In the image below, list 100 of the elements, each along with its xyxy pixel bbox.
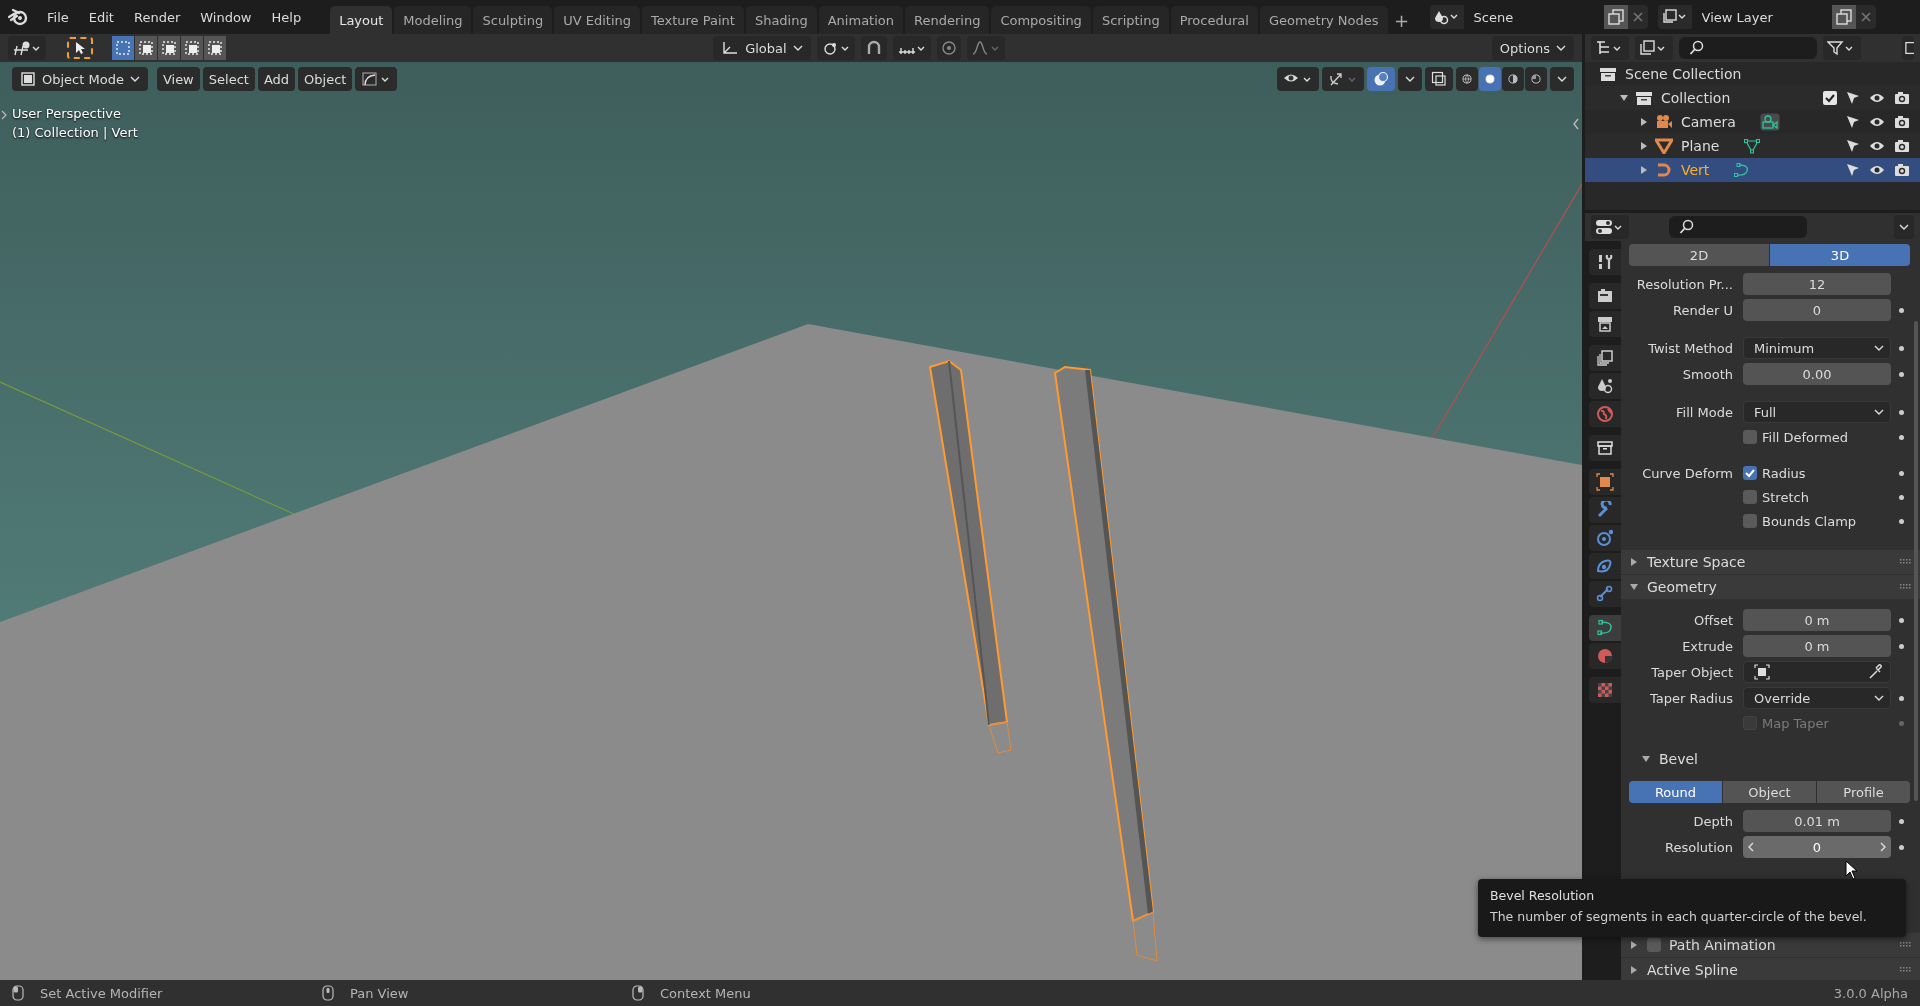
mesh-data-icon[interactable] — [1743, 138, 1762, 154]
snap-magnet-button[interactable] — [860, 36, 887, 60]
keyframe-dot-icon[interactable] — [1898, 617, 1904, 623]
eye-icon[interactable] — [1869, 164, 1885, 176]
keyframe-dot-icon[interactable] — [1898, 345, 1904, 351]
toggle-option-button[interactable]: 2D — [1629, 244, 1769, 266]
workspace-tab[interactable]: Rendering — [905, 6, 990, 34]
add-workspace-button[interactable]: + — [1389, 6, 1414, 34]
exclude-checkbox[interactable] — [1823, 91, 1837, 105]
camera-render-icon[interactable] — [1894, 163, 1910, 177]
keyframe-dot-icon[interactable] — [1898, 518, 1904, 524]
camera-render-icon[interactable] — [1894, 115, 1910, 129]
workspace-tab[interactable]: Geometry Nodes — [1259, 6, 1388, 34]
texture-tab[interactable] — [1589, 677, 1621, 703]
cursor-arrow-icon[interactable] — [1846, 139, 1860, 153]
object-mode-dropdown[interactable]: Object Mode — [12, 67, 148, 91]
display-mode-button[interactable] — [1635, 36, 1673, 60]
panel-title[interactable]: Bevel — [1659, 751, 1698, 767]
outliner-row[interactable]: Scene Collection — [1585, 62, 1920, 86]
dropdown-field[interactable]: Full — [1743, 401, 1891, 423]
keyframe-dot-icon[interactable] — [1898, 371, 1904, 377]
eye-icon[interactable] — [1869, 92, 1885, 104]
expand-triangle-icon[interactable] — [1641, 754, 1651, 764]
expand-triangle-icon[interactable] — [1639, 165, 1649, 175]
shading-dropdown-button[interactable] — [1550, 67, 1574, 91]
keyframe-dot-icon[interactable] — [1898, 409, 1904, 415]
output-tab[interactable] — [1589, 311, 1621, 337]
physics-tab[interactable] — [1589, 553, 1621, 579]
checkbox-label[interactable]: Radius — [1762, 465, 1806, 481]
workspace-tab[interactable]: Scripting — [1092, 6, 1169, 34]
workspace-tab[interactable]: Modeling — [394, 6, 472, 34]
falloff-curve-button[interactable] — [966, 36, 1005, 60]
eye-icon[interactable] — [1869, 116, 1885, 128]
overlays-button[interactable] — [1367, 67, 1395, 91]
shading-mode-button[interactable] — [1525, 67, 1547, 91]
dropdown-field[interactable]: Override — [1743, 687, 1891, 709]
toolbar-toggle-icon[interactable] — [1, 110, 7, 120]
keyframe-dot-icon[interactable] — [1898, 695, 1904, 701]
sidebar-toggle-icon[interactable] — [1572, 118, 1580, 130]
scene-name-field[interactable]: Scene — [1463, 5, 1604, 29]
expand-triangle-icon[interactable] — [1629, 582, 1639, 592]
editor-type-button[interactable] — [8, 36, 46, 60]
workspace-tab[interactable]: Procedural — [1170, 6, 1258, 34]
toggle-option-button[interactable]: Object — [1723, 781, 1816, 803]
transform-orientation-dropdown[interactable]: Global — [713, 36, 811, 60]
shading-mode-button[interactable] — [1502, 67, 1524, 91]
chevron-left-icon[interactable] — [1747, 842, 1755, 852]
selection-mode-button[interactable] — [112, 36, 134, 60]
scene-tab[interactable] — [1589, 373, 1621, 399]
shape-dropdown-button[interactable] — [355, 67, 398, 91]
copy-icon[interactable] — [1831, 5, 1856, 29]
visibility-eye-button[interactable] — [1277, 67, 1319, 91]
particles-tab[interactable] — [1589, 525, 1621, 551]
options-dropdown[interactable]: Options — [1491, 36, 1574, 60]
overlays-dropdown-button[interactable] — [1398, 67, 1422, 91]
editor-type-button[interactable] — [1591, 215, 1629, 239]
menu-item[interactable]: Edit — [79, 5, 123, 29]
keyframe-dot-icon[interactable] — [1898, 470, 1904, 476]
toggle-option-button[interactable]: 3D — [1770, 244, 1910, 266]
keyframe-dot-icon[interactable] — [1898, 494, 1904, 500]
checkbox[interactable] — [1647, 938, 1661, 952]
keyframe-dot-icon[interactable] — [1898, 643, 1904, 649]
expand-triangle-icon[interactable] — [1639, 117, 1649, 127]
search-field[interactable] — [1679, 37, 1817, 59]
menu-item[interactable]: Render — [124, 5, 190, 29]
number-field[interactable]: 0.00 — [1743, 363, 1891, 385]
camera-data-icon[interactable] — [1759, 113, 1780, 131]
tool-tab[interactable] — [1589, 249, 1621, 275]
outliner-row[interactable]: Camera — [1585, 110, 1920, 134]
keyframe-dot-icon[interactable] — [1898, 844, 1904, 850]
workspace-tab[interactable]: Sculpting — [473, 6, 553, 34]
checkbox-label[interactable]: Stretch — [1762, 489, 1809, 505]
shading-mode-button[interactable] — [1479, 67, 1501, 91]
drag-grip-icon[interactable] — [1900, 559, 1912, 565]
cursor-arrow-icon[interactable] — [1846, 91, 1860, 105]
options-dropdown-button[interactable] — [1894, 215, 1914, 239]
chevron-right-icon[interactable] — [1879, 842, 1887, 852]
expand-triangle-icon[interactable] — [1629, 557, 1639, 567]
collection-tab[interactable] — [1589, 435, 1621, 461]
menu-item[interactable]: Help — [262, 5, 311, 29]
outliner-row[interactable]: Vert — [1585, 158, 1920, 182]
checkbox[interactable] — [1743, 490, 1757, 504]
checkbox[interactable] — [1743, 430, 1757, 444]
viewport-menu-item[interactable]: Object — [298, 67, 353, 91]
workspace-tab[interactable]: Compositing — [991, 6, 1091, 34]
new-collection-button[interactable] — [1902, 36, 1914, 60]
checkbox[interactable] — [1743, 466, 1757, 480]
eyedropper-icon[interactable] — [1868, 664, 1884, 680]
constraints-tab[interactable] — [1589, 581, 1621, 607]
view-layer-name-field[interactable]: View Layer — [1691, 5, 1832, 29]
selection-mode-button[interactable] — [135, 36, 157, 60]
number-field[interactable]: 0 m — [1743, 609, 1891, 631]
cursor-arrow-icon[interactable] — [1846, 115, 1860, 129]
camera-render-icon[interactable] — [1894, 91, 1910, 105]
copy-icon[interactable] — [1603, 5, 1628, 29]
panel-title[interactable]: Geometry — [1647, 579, 1717, 595]
keyframe-dot-icon[interactable] — [1898, 307, 1904, 313]
object-tab[interactable] — [1589, 469, 1621, 495]
object-picker-field[interactable] — [1743, 661, 1891, 683]
workspace-tab[interactable]: Texture Paint — [642, 6, 744, 34]
